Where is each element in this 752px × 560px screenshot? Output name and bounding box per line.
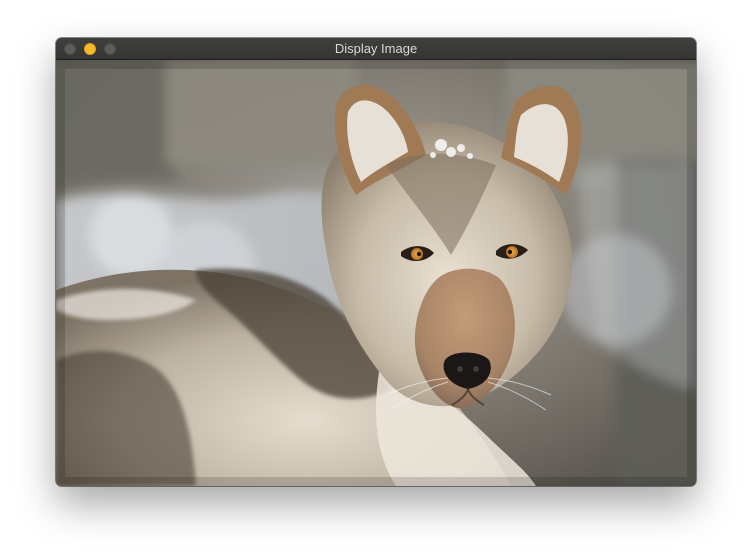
wolf-photo (56, 60, 696, 486)
display-image-window: Display Image (56, 38, 696, 486)
title-bar[interactable]: Display Image (56, 38, 696, 60)
image-canvas (56, 60, 696, 486)
window-title: Display Image (334, 41, 418, 56)
